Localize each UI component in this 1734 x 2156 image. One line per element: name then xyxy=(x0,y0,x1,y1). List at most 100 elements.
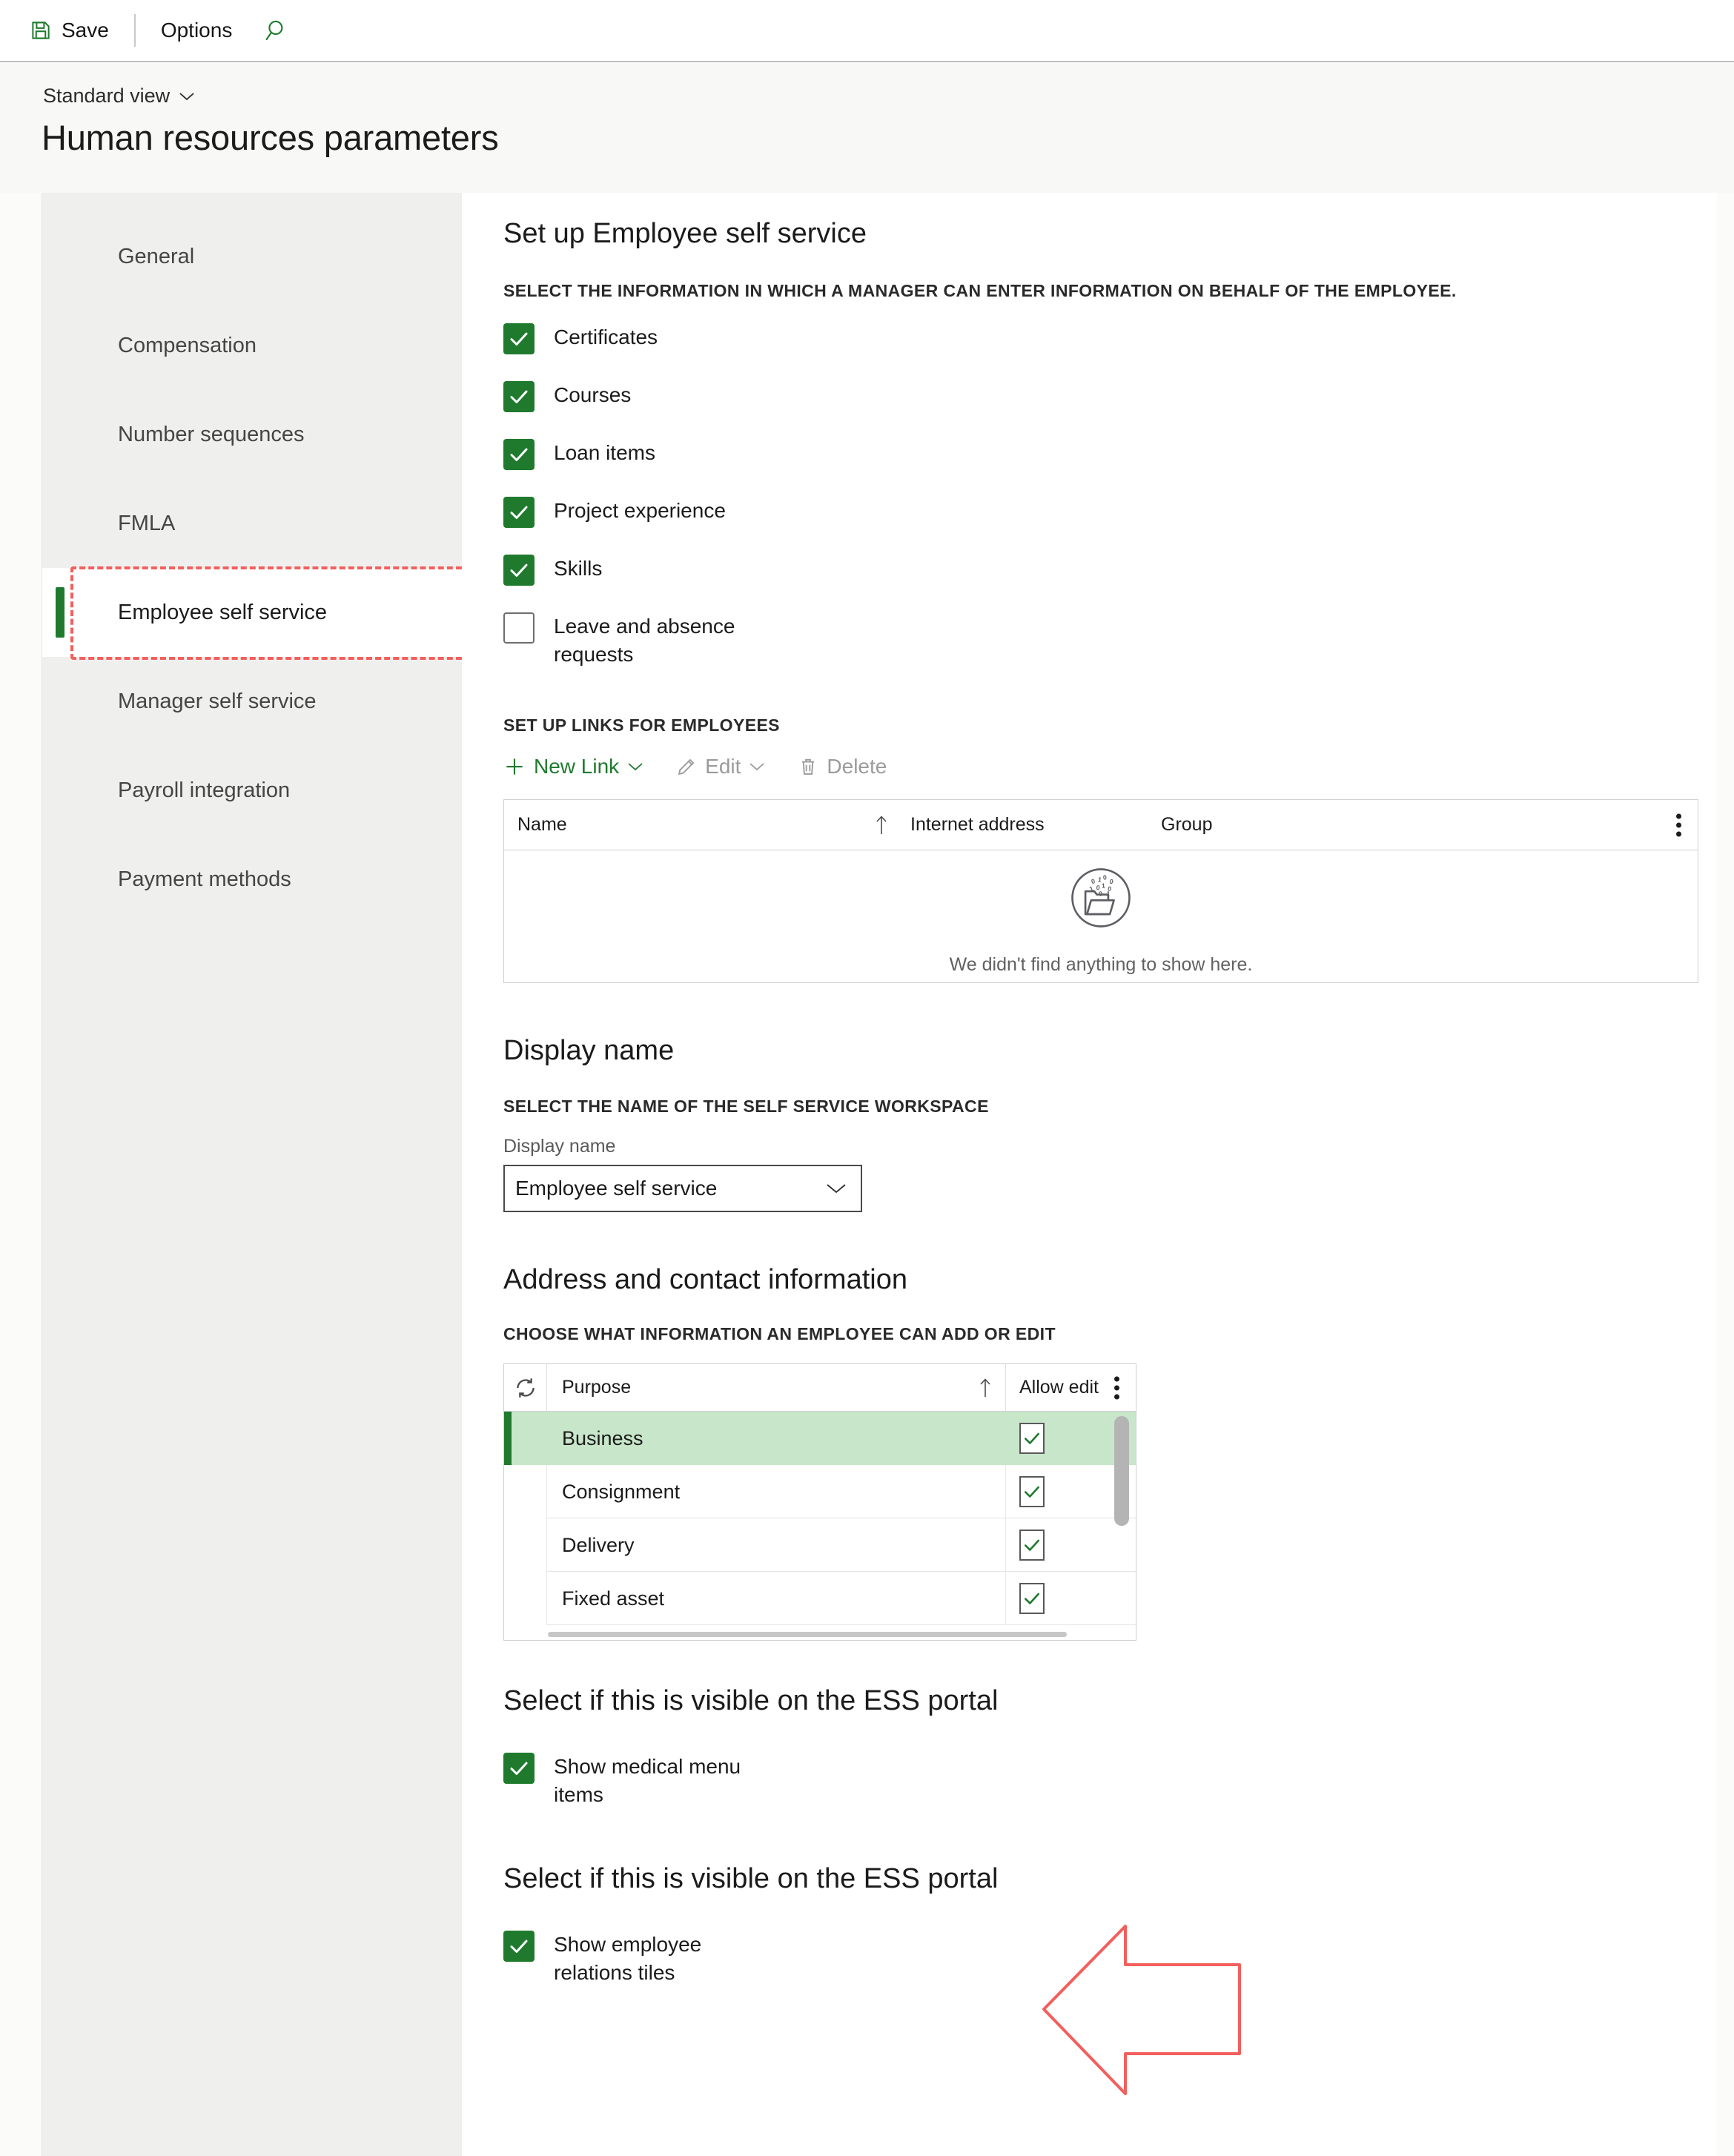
column-header-purpose[interactable]: Purpose xyxy=(547,1364,1006,1412)
checkbox-courses[interactable]: Courses xyxy=(503,381,1717,412)
sidebar-item-label: Payroll integration xyxy=(118,778,291,802)
sidebar-item-number-sequences[interactable]: Number sequences xyxy=(42,390,462,479)
checkbox-label: Courses xyxy=(554,383,632,406)
sidebar-item-fmla[interactable]: FMLA xyxy=(42,479,462,568)
view-selector[interactable]: Standard view xyxy=(43,85,195,108)
svg-text:1: 1 xyxy=(1102,882,1106,890)
svg-text:1: 1 xyxy=(1105,890,1111,898)
checkbox-checked-icon xyxy=(1019,1423,1045,1455)
ess-section-title: Set up Employee self service xyxy=(503,218,867,249)
chevron-down-icon xyxy=(179,91,195,102)
display-name-field-label: Display name xyxy=(503,1136,616,1157)
checkbox-certificates[interactable]: Certificates xyxy=(503,323,1717,354)
address-section-subtitle: Choose what information an employee can … xyxy=(503,1324,1056,1344)
column-header-name[interactable]: Name xyxy=(504,814,860,836)
display-name-subtitle: Select the name of the self service work… xyxy=(503,1097,989,1117)
cell-purpose: Business xyxy=(562,1426,643,1449)
command-bar: Save Options xyxy=(0,0,1734,62)
checkbox-show-medical-menu-items[interactable]: Show medical menu items xyxy=(503,1753,1717,1808)
save-icon xyxy=(30,19,52,42)
refresh-icon[interactable] xyxy=(504,1364,547,1412)
checkbox-checked-icon xyxy=(503,555,535,586)
delete-link-button[interactable]: Delete xyxy=(798,755,887,778)
search-icon[interactable] xyxy=(242,18,290,43)
sidebar-item-general[interactable]: General xyxy=(42,212,462,301)
row-marker-cell xyxy=(504,1465,547,1519)
new-link-button[interactable]: New Link xyxy=(503,755,643,778)
checkbox-checked-icon xyxy=(503,381,535,412)
checkbox-checked-icon xyxy=(503,439,535,470)
edit-link-button[interactable]: Edit xyxy=(676,755,765,778)
grid-vertical-scrollbar[interactable] xyxy=(1114,1416,1129,1527)
column-header-internet-address[interactable]: Internet address xyxy=(903,814,1161,836)
edit-link-label: Edit xyxy=(705,755,741,778)
purpose-grid-header: Purpose Allow edit xyxy=(504,1364,1136,1412)
save-button[interactable]: Save xyxy=(19,13,119,48)
settings-content-panel: Set up Employee self service Select the … xyxy=(462,193,1717,2156)
sort-ascending-icon xyxy=(979,1378,992,1398)
chevron-down-icon xyxy=(627,761,643,772)
links-toolbar: New Link Edit Delete xyxy=(503,755,1717,778)
view-selector-label: Standard view xyxy=(43,85,171,107)
row-marker-cell xyxy=(504,1412,547,1465)
display-name-section-title: Display name xyxy=(503,1035,675,1067)
more-vertical-icon[interactable] xyxy=(1676,810,1681,840)
sidebar-item-label: Payment methods xyxy=(118,867,291,891)
checkbox-label: Skills xyxy=(554,557,603,580)
settings-sidebar: General Compensation Number sequences FM… xyxy=(42,193,471,2156)
pencil-icon xyxy=(676,756,697,777)
links-grid: Name Internet address Group 0 1 0 0 1 0 … xyxy=(503,799,1698,984)
checkbox-label: Certificates xyxy=(554,325,658,348)
checkbox-project-experience[interactable]: Project experience xyxy=(503,497,1717,528)
sidebar-item-label: General xyxy=(118,244,195,268)
empty-folder-binary-icon: 0 1 0 0 1 0 1 0 0 1 xyxy=(1060,857,1142,942)
checkbox-checked-icon xyxy=(1019,1583,1045,1615)
checkbox-checked-icon xyxy=(1019,1476,1045,1508)
checkbox-label: Project experience xyxy=(554,499,726,522)
toolbar-divider xyxy=(133,14,136,47)
sidebar-item-payment-methods[interactable]: Payment methods xyxy=(42,835,462,924)
sidebar-item-employee-self-service[interactable]: Employee self service xyxy=(42,568,462,657)
column-header-group[interactable]: Group xyxy=(1161,814,1698,836)
purpose-grid: Purpose Allow edit Business Consignment … xyxy=(503,1363,1136,1641)
checkbox-label: Show employee relations tiles xyxy=(554,1933,702,1984)
links-grid-empty-state: 0 1 0 0 1 0 1 0 0 1 We didn't find anyth… xyxy=(504,850,1698,982)
row-divider xyxy=(547,1624,1136,1626)
more-vertical-icon[interactable] xyxy=(1114,1372,1119,1403)
checkbox-loan-items[interactable]: Loan items xyxy=(503,439,1717,470)
chevron-down-icon xyxy=(825,1182,847,1195)
trash-icon xyxy=(798,756,818,777)
sidebar-item-compensation[interactable]: Compensation xyxy=(42,301,462,390)
ess-portal-section-2-title: Select if this is visible on the ESS por… xyxy=(503,1863,999,1895)
new-link-label: New Link xyxy=(534,755,620,778)
checkbox-skills[interactable]: Skills xyxy=(503,555,1717,586)
checkbox-checked-icon xyxy=(1019,1530,1045,1561)
table-row[interactable]: Delivery xyxy=(504,1518,1136,1573)
checkbox-show-employee-relations-tiles[interactable]: Show employee relations tiles xyxy=(503,1931,1717,1986)
cell-allow-edit[interactable] xyxy=(1006,1518,1136,1572)
ess-section-subtitle: Select the information in which a manage… xyxy=(503,281,1457,300)
options-button[interactable]: Options xyxy=(150,13,243,48)
page-title: Human resources parameters xyxy=(42,118,499,157)
sidebar-item-payroll-integration[interactable]: Payroll integration xyxy=(42,746,462,835)
svg-text:0: 0 xyxy=(1102,873,1107,881)
checkbox-leave-and-absence-requests[interactable]: Leave and absence requests xyxy=(503,612,1717,668)
sidebar-item-label: Number sequences xyxy=(118,422,305,446)
display-name-dropdown[interactable]: Employee self service xyxy=(503,1165,862,1213)
checkbox-checked-icon xyxy=(503,1753,535,1785)
delete-link-label: Delete xyxy=(827,755,887,778)
sidebar-item-label: Compensation xyxy=(118,333,257,357)
sort-ascending-icon xyxy=(860,815,903,836)
table-row[interactable]: Consignment xyxy=(504,1465,1136,1519)
cell-allow-edit[interactable] xyxy=(1006,1572,1136,1625)
checkbox-label: Show medical menu items xyxy=(554,1755,741,1806)
address-section-title: Address and contact information xyxy=(503,1264,907,1296)
chevron-down-icon xyxy=(749,761,765,772)
ess-portal-section-1-title: Select if this is visible on the ESS por… xyxy=(503,1685,999,1717)
table-row[interactable]: Business xyxy=(504,1412,1136,1466)
table-row[interactable]: Fixed asset xyxy=(504,1572,1136,1626)
checkbox-label: Loan items xyxy=(554,441,655,464)
display-name-value: Employee self service xyxy=(515,1177,718,1200)
grid-horizontal-scrollbar[interactable] xyxy=(548,1632,1067,1638)
sidebar-item-manager-self-service[interactable]: Manager self service xyxy=(42,657,462,746)
